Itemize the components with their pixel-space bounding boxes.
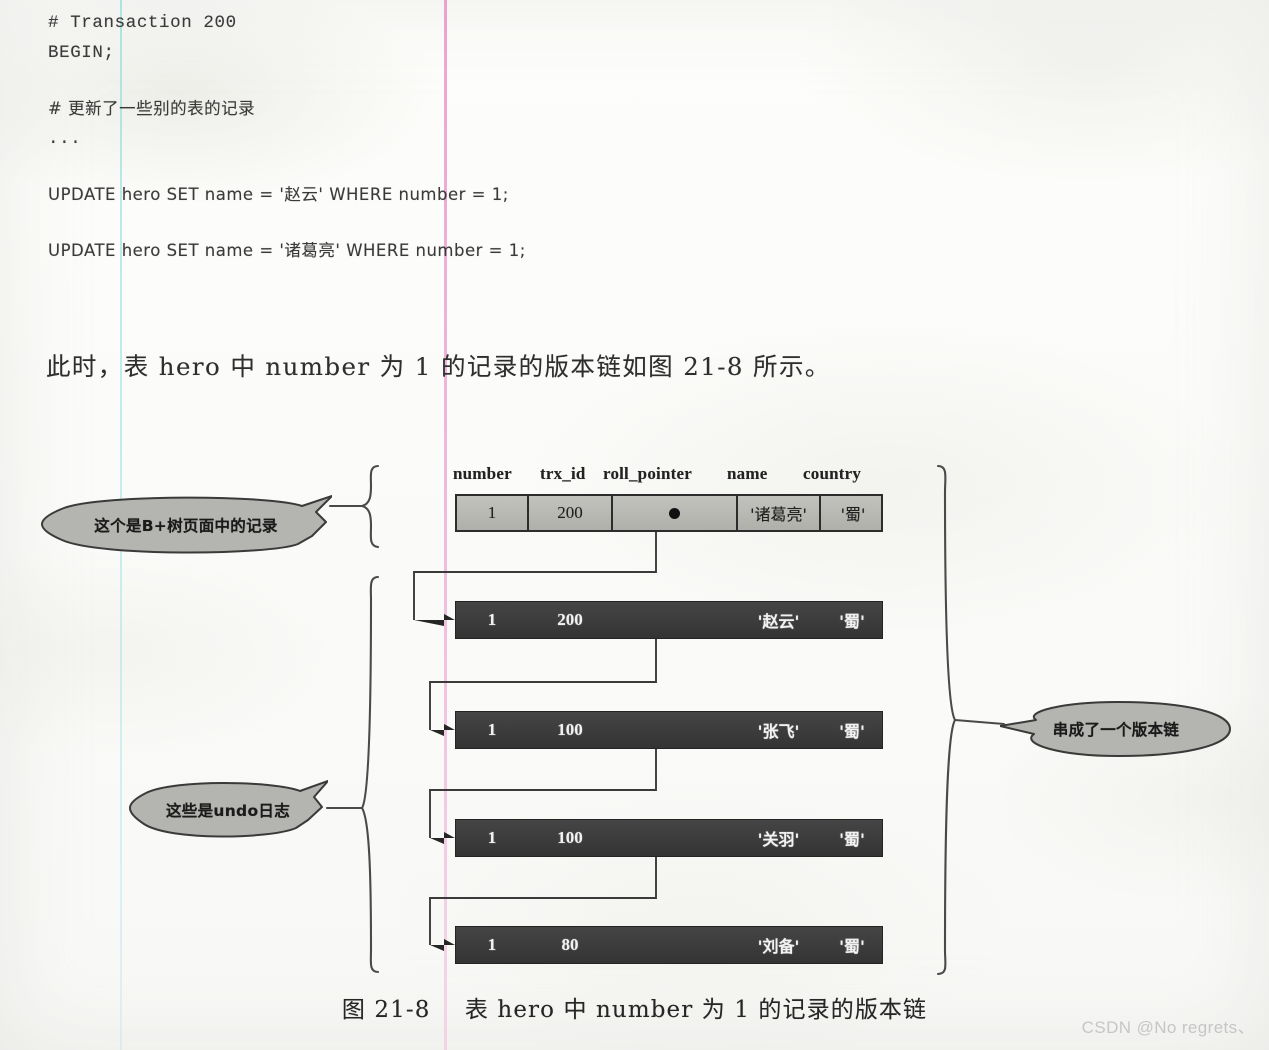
undo-log-row: 1 100 '关羽' '蜀' [455,819,883,857]
undo-cell-name: '赵云' [757,612,800,631]
callout-btree-record-label: 这个是B+树页面中的记录 [94,517,278,535]
record-cell-roll-pointer [613,496,738,530]
brace-undo-logs [360,575,380,974]
undo-cell-trx-id: 80 [561,935,579,954]
record-cell-trx-id: 200 [529,496,613,530]
csdn-watermark: CSDN @No regrets、 [1081,1018,1255,1037]
undo-cell-number: 1 [487,610,497,629]
brace-version-chain [936,464,957,976]
figure-caption-number: 图 21-8 [341,997,431,1023]
undo-cell-number: 1 [487,828,497,847]
figure-caption-title: 表 hero 中 number 为 1 的记录的版本链 [464,997,928,1023]
table-column-headers: number trx_id roll_pointer name country [453,464,883,488]
undo-cell-country: '蜀' [839,830,865,849]
roll-pointer-dot-icon [669,507,680,519]
pointer-arrowheads [414,614,455,951]
callout-btree-record: 这个是B+树页面中的记录 [40,492,332,558]
undo-cell-country: '蜀' [839,612,865,631]
undo-cell-trx-id: 100 [557,828,583,847]
undo-cell-roll-pointer [612,602,737,638]
undo-cell-trx-id: 100 [557,720,583,739]
undo-log-row: 1 100 '张飞' '蜀' [455,711,883,749]
undo-cell-number: 1 [487,935,497,954]
brace-chain-leader [953,718,1006,726]
code-line: # Transaction 200 [48,13,237,33]
callout-version-chain-label: 串成了一个版本链 [1052,721,1180,739]
undo-log-row: 1 200 '赵云' '蜀' [455,601,883,639]
callout-undo-logs: 这些是undo日志 [128,778,328,842]
callout-version-chain: 串成了一个版本链 [1000,698,1232,760]
version-chain-figure: number trx_id roll_pointer name country … [0,430,1269,1000]
code-line: BEGIN; [48,43,115,63]
sql-code-block: # Transaction 200 BEGIN; # 更新了一些别的表的记录... U… [48,8,526,266]
undo-cell-name: '关羽' [757,830,800,849]
figure-caption: 图 21-8 表 hero 中 number 为 1 的记录的版本链 [0,990,1269,1024]
undo-cell-roll-pointer [612,712,737,748]
undo-cell-name: '张飞' [757,722,800,741]
column-header-country: country [803,464,862,483]
btree-page-record-row: 1 200 '诸葛亮' '蜀' [455,494,883,532]
record-cell-country: '蜀' [840,505,866,524]
column-header-name: name [727,464,768,483]
undo-cell-roll-pointer [612,927,737,963]
record-cell-number: 1 [457,496,529,530]
code-line: UPDATE hero SET name = '诸葛亮' WHERE numbe… [48,241,526,260]
undo-cell-trx-id: 200 [557,610,583,629]
callout-undo-logs-label: 这些是undo日志 [165,802,290,820]
undo-cell-name: '刘备' [757,937,800,956]
undo-cell-number: 1 [487,720,497,739]
code-line: # 更新了一些别的表的记录 [48,99,256,118]
brace-btree-record [361,464,380,549]
column-header-roll-pointer: roll_pointer [603,464,692,483]
code-line: ... [48,129,82,149]
prose-sentence: 此时，表 hero 中 number 为 1 的记录的版本链如图 21-8 所示… [46,352,831,381]
column-header-trx-id: trx_id [540,464,586,483]
undo-cell-country: '蜀' [839,937,865,956]
undo-log-row: 1 80 '刘备' '蜀' [455,926,883,964]
record-cell-name: '诸葛亮' [738,496,821,530]
undo-cell-country: '蜀' [839,722,865,741]
undo-cell-roll-pointer [612,820,737,856]
column-header-number: number [453,464,512,483]
code-line: UPDATE hero SET name = '赵云' WHERE number… [48,185,509,204]
